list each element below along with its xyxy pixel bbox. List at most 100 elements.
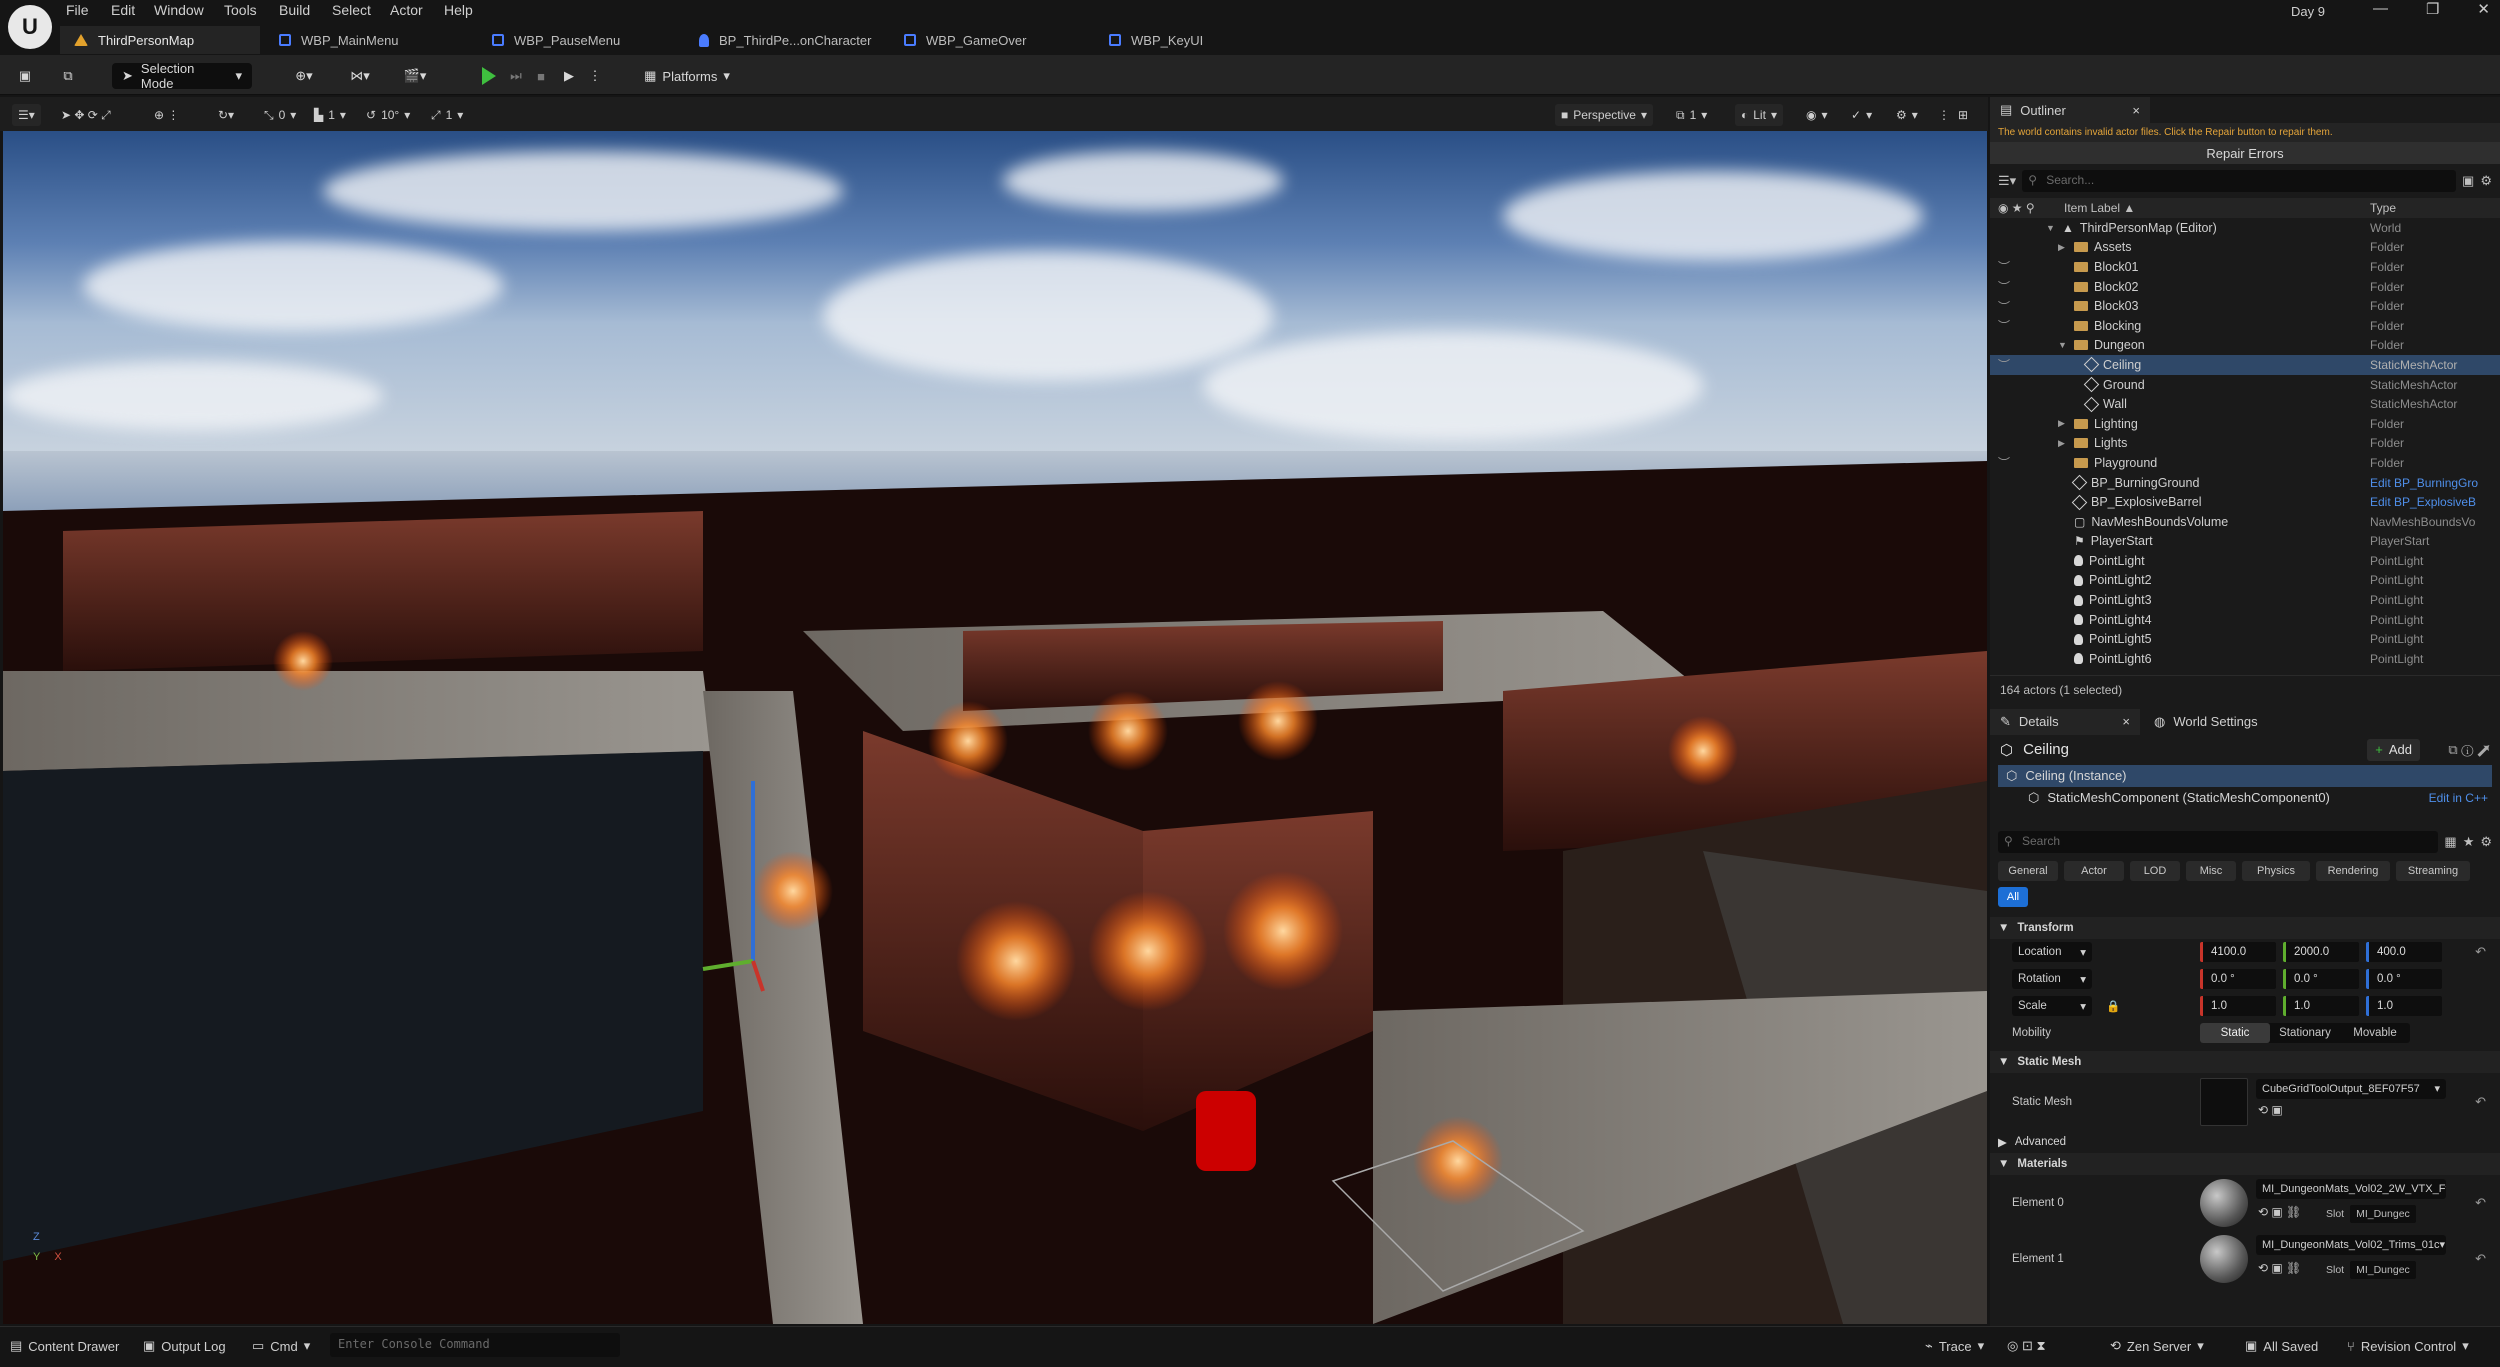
outliner-row[interactable]: PointLight3 PointLight <box>1990 590 2500 610</box>
save-icon[interactable]: ▣ <box>14 63 36 89</box>
type-column[interactable]: Type <box>2370 201 2396 215</box>
stop-icon[interactable]: ■ <box>530 63 552 89</box>
menu-build[interactable]: Build <box>279 2 310 18</box>
material-0-dropdown[interactable]: MI_DungeonMats_Vol02_2W_VTX_F▾ <box>2256 1178 2446 1199</box>
tab-thirdpersonmap[interactable]: ThirdPersonMap <box>60 26 260 54</box>
mobility-movable[interactable]: Movable <box>2340 1023 2410 1043</box>
surface-snap-icon[interactable]: ↻▾ <box>212 104 240 126</box>
outliner-row[interactable]: ▼ Dungeon Folder <box>1990 336 2500 356</box>
reset-material-0-icon[interactable]: ↶ <box>2475 1195 2486 1211</box>
tab-wbp-mainmenu[interactable]: WBP_MainMenu <box>265 26 413 54</box>
maximize-button[interactable]: ❐ <box>2426 0 2439 18</box>
visibility-eye-icon[interactable]: ︶ <box>1998 317 2010 334</box>
outliner-row[interactable]: ︶ Block02 Folder <box>1990 277 2500 297</box>
static-mesh-section[interactable]: ▼ Static Mesh <box>1990 1050 2500 1073</box>
grid-snap-dropdown[interactable]: ⤡ 0 ▾ <box>258 104 302 126</box>
minimize-button[interactable]: — <box>2373 0 2388 18</box>
menu-actor[interactable]: Actor <box>390 2 423 18</box>
material-0-thumbnail[interactable] <box>2200 1178 2248 1227</box>
outliner-row[interactable]: ︶ Ceiling StaticMeshActor <box>1990 355 2500 375</box>
play-options-icon[interactable]: ▶ <box>557 63 581 89</box>
derived-data-icon[interactable]: ◎ ⊡ ⧗ <box>2007 1334 2046 1358</box>
outliner-row[interactable]: ︶ Blocking Folder <box>1990 316 2500 336</box>
lighting-dropdown[interactable]: ◐ Lit ▾ <box>1735 104 1783 126</box>
viewport-settings-dropdown[interactable]: ⚙ ▾ <box>1890 104 1924 126</box>
close-button[interactable]: ✕ <box>2477 0 2490 18</box>
blueprint-options-icon[interactable]: ⧉ ⓘ ⬈ <box>2448 742 2490 758</box>
materials-section[interactable]: ▼ Materials <box>1990 1152 2500 1175</box>
coordinate-space-icon[interactable]: ⊕ ⋮ <box>148 104 185 126</box>
menu-window[interactable]: Window <box>154 2 204 18</box>
material-1-actions-icon[interactable]: ⟲ ▣ ⛓ <box>2258 1261 2301 1275</box>
visibility-eye-icon[interactable]: ︶ <box>1998 278 2010 295</box>
component-staticmesh[interactable]: ⬡ StaticMeshComponent (StaticMeshComponen… <box>1998 787 2492 809</box>
expand-arrow-icon[interactable]: ▶ <box>2058 418 2068 429</box>
tab-details[interactable]: ✎ Details × <box>1990 708 2140 735</box>
lock-icon[interactable]: 🔒 <box>2106 999 2120 1013</box>
outliner-row[interactable]: BP_BurningGround Edit BP_BurningGro <box>1990 473 2500 493</box>
repair-errors-button[interactable]: Repair Errors <box>1990 142 2500 164</box>
menu-edit[interactable]: Edit <box>111 2 135 18</box>
play-button[interactable] <box>478 63 500 89</box>
transform-section[interactable]: ▼ Transform <box>1990 916 2500 939</box>
selection-mode-dropdown[interactable]: ➤ Selection Mode ▾ <box>112 61 252 91</box>
rotation-dropdown[interactable]: Rotation ▾ <box>2012 969 2092 990</box>
static-mesh-asset-dropdown[interactable]: CubeGridToolOutput_8EF07F57 ▾ <box>2256 1078 2446 1099</box>
visibility-eye-icon[interactable]: ︶ <box>1998 258 2010 275</box>
filter-icon[interactable]: ☰▾ <box>1998 173 2016 189</box>
tab-wbp-gameover[interactable]: WBP_GameOver <box>890 26 1040 54</box>
outliner-row[interactable]: ▼ ▲ ThirdPersonMap (Editor) World <box>1990 218 2500 238</box>
close-outliner-icon[interactable]: × <box>2132 103 2140 118</box>
grid-size-dropdown[interactable]: ▙ 1 ▾ <box>308 104 352 126</box>
location-z-field[interactable]: 400.0 <box>2366 942 2442 963</box>
expand-arrow-icon[interactable]: ▼ <box>2058 340 2068 350</box>
settings-gear-icon[interactable]: ⚙ <box>2480 173 2492 189</box>
level-viewport[interactable]: Z YX <box>3 131 1987 1324</box>
component-ceiling-instance[interactable]: ⬡ Ceiling (Instance) <box>1998 764 2492 787</box>
filter-misc[interactable]: Misc <box>2186 860 2236 881</box>
mobility-stationary[interactable]: Stationary <box>2270 1023 2340 1043</box>
console-input[interactable]: Enter Console Command <box>330 1333 620 1357</box>
visibility-eye-icon[interactable]: ︶ <box>1998 356 2010 373</box>
filter-actor[interactable]: Actor <box>2064 860 2124 881</box>
outliner-row[interactable]: ︶ Block03 Folder <box>1990 296 2500 316</box>
tab-bp-thirdpersoncharacter[interactable]: BP_ThirdPe...onCharacter <box>685 26 885 54</box>
content-drawer-button[interactable]: ▤ Content Drawer <box>10 1334 119 1358</box>
scale-dropdown[interactable]: Scale ▾ <box>2012 996 2092 1017</box>
step-icon[interactable]: ⏭ <box>505 63 527 89</box>
viewport-layout-icon[interactable]: ⊞ <box>1952 104 1974 126</box>
tab-outliner[interactable]: ▤ Outliner × <box>1990 97 2150 123</box>
expand-arrow-icon[interactable]: ▶ <box>2058 438 2068 449</box>
location-dropdown[interactable]: Location ▾ <box>2012 942 2092 963</box>
realtime-dropdown[interactable]: ✓ ▾ <box>1845 104 1878 126</box>
add-actor-button[interactable]: ⊕▾ <box>285 63 323 89</box>
edit-blueprint-link[interactable]: Edit BP_BurningGro <box>2370 476 2488 490</box>
expand-arrow-icon[interactable]: ▶ <box>2058 242 2068 253</box>
outliner-row[interactable]: ︶ Playground Folder <box>1990 453 2500 473</box>
rotation-y-field[interactable]: 0.0 ° <box>2283 969 2359 990</box>
item-label-column[interactable]: Item Label ▲ <box>2064 201 2135 215</box>
tab-wbp-keyui[interactable]: WBP_KeyUI <box>1095 26 1217 54</box>
tab-world-settings[interactable]: ◍ World Settings <box>2144 708 2294 735</box>
outliner-search-input[interactable]: ⚲ Search... <box>2022 170 2457 192</box>
rotation-z-field[interactable]: 0.0 ° <box>2366 969 2442 990</box>
transform-tools-menu[interactable]: ☰▾ <box>12 104 41 126</box>
trace-dropdown[interactable]: ⌁ Trace ▾ <box>1925 1334 1984 1358</box>
visibility-eye-icon[interactable]: ︶ <box>1998 454 2010 471</box>
actor-name-field[interactable]: Ceiling <box>2023 741 2069 758</box>
mobility-static[interactable]: Static <box>2200 1023 2270 1044</box>
zen-server-dropdown[interactable]: ⟲ Zen Server ▾ <box>2110 1334 2204 1358</box>
scale-y-field[interactable]: 1.0 <box>2283 996 2359 1017</box>
platforms-dropdown[interactable]: ▦ Platforms ▾ <box>632 63 742 89</box>
scale-snap-dropdown[interactable]: ⤢ 1 ▾ <box>425 104 469 126</box>
filter-streaming[interactable]: Streaming <box>2396 860 2470 881</box>
filter-general[interactable]: General <box>1998 860 2058 881</box>
revision-control-dropdown[interactable]: ⑂ Revision Control ▾ <box>2347 1334 2469 1358</box>
camera-speed-dropdown[interactable]: ⧉ 1 ▾ <box>1670 104 1713 126</box>
outliner-row[interactable]: PointLight5 PointLight <box>1990 629 2500 649</box>
advanced-section[interactable]: ▶ Advanced <box>1990 1130 2500 1153</box>
blueprint-button[interactable]: ⋈▾ <box>340 63 380 89</box>
outliner-row[interactable]: ︶ Block01 Folder <box>1990 257 2500 277</box>
outliner-row[interactable]: PointLight4 PointLight <box>1990 610 2500 630</box>
static-mesh-thumbnail[interactable] <box>2200 1077 2248 1126</box>
